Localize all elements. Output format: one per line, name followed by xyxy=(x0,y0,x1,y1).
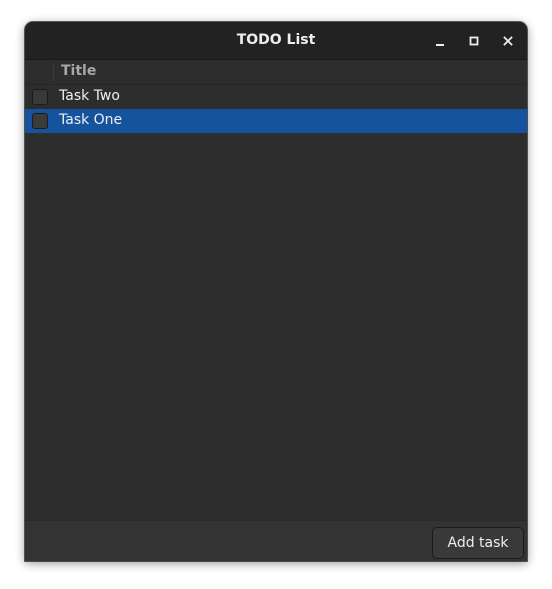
app-window: TODO List Title Task Two Task One Add ta… xyxy=(25,22,527,561)
task-title: Task One xyxy=(59,112,123,128)
minimize-icon xyxy=(436,44,444,46)
column-header-title[interactable]: Title xyxy=(61,63,96,79)
add-task-button[interactable]: Add task xyxy=(432,527,524,559)
close-icon xyxy=(503,36,513,46)
task-checkbox[interactable] xyxy=(32,113,48,129)
task-title: Task Two xyxy=(59,88,120,104)
maximize-button[interactable] xyxy=(463,30,485,52)
task-checkbox[interactable] xyxy=(32,89,48,105)
action-bar: Add task xyxy=(25,520,527,561)
column-header-row: Title xyxy=(25,60,527,85)
window-title: TODO List xyxy=(236,32,316,48)
titlebar[interactable]: TODO List xyxy=(25,22,527,60)
minimize-button[interactable] xyxy=(429,30,451,52)
task-list[interactable]: Title Task Two Task One xyxy=(25,60,527,520)
task-row[interactable]: Task Two xyxy=(25,85,527,109)
task-row-selected[interactable]: Task One xyxy=(25,109,527,133)
close-button[interactable] xyxy=(497,30,519,52)
maximize-icon xyxy=(469,36,479,46)
column-separator xyxy=(53,63,54,81)
